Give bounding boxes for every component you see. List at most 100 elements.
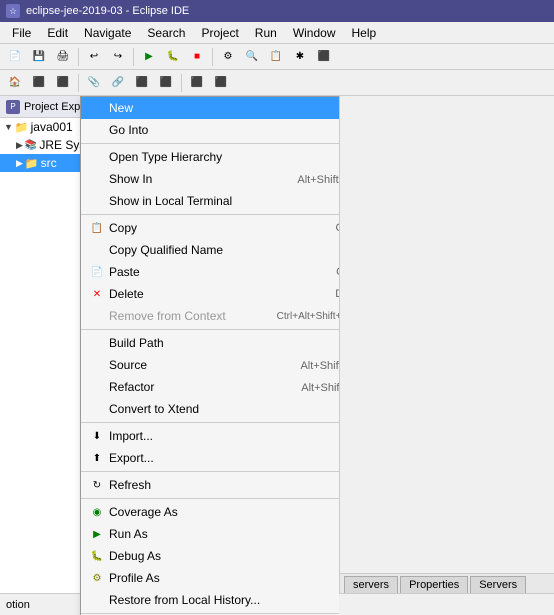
toolbar2-btn9[interactable]: ⬛ [210, 73, 232, 93]
ctx-show-in[interactable]: Show In Alt+Shift+W ▶ [81, 168, 340, 190]
delete-icon: ✕ [89, 287, 105, 301]
toolbar-btn-debug[interactable]: 🐛 [162, 47, 184, 67]
export-icon: ⬆ [89, 451, 105, 465]
src-folder-icon: 📁 [25, 157, 39, 170]
hierarchy-icon [89, 150, 105, 164]
app-icon: ☆ [6, 4, 20, 18]
ctx-import[interactable]: ⬇ Import... [81, 425, 340, 447]
toolbar2-btn8[interactable]: ⬛ [186, 73, 208, 93]
menu-bar: File Edit Navigate Search Project Run Wi… [0, 22, 554, 44]
refactor-icon [89, 380, 105, 394]
refactor-shortcut: Alt+Shift+T ▶ [301, 381, 340, 394]
profile-icon: ⚙ [89, 571, 105, 585]
ctx-restore-history[interactable]: Restore from Local History... [81, 589, 340, 611]
toolbar-sep-2 [133, 48, 134, 66]
ctx-coverage-as[interactable]: ◉ Coverage As ▶ [81, 501, 340, 523]
terminal-icon [89, 194, 105, 208]
toolbar-btn-ext3[interactable]: 📋 [265, 47, 287, 67]
toolbar2-btn5[interactable]: 🔗 [107, 73, 129, 93]
toolbar-sep-3 [212, 48, 213, 66]
toolbar-btn-undo[interactable]: ↩ [83, 47, 105, 67]
show-in-shortcut: Alt+Shift+W ▶ [297, 173, 340, 186]
source-shortcut: Alt+Shift+S ▶ [300, 359, 340, 372]
toolbar-btn-ext2[interactable]: 🔍 [241, 47, 263, 67]
lib-icon: 📚 [25, 140, 37, 151]
toolbar-btn-ext4[interactable]: ✱ [289, 47, 311, 67]
menu-help[interactable]: Help [344, 24, 385, 42]
paste-shortcut: Ctrl+V [336, 266, 340, 278]
menu-project[interactable]: Project [193, 24, 246, 42]
coverage-icon: ◉ [89, 505, 105, 519]
ctx-source[interactable]: Source Alt+Shift+S ▶ [81, 354, 340, 376]
toolbar-btn-stop[interactable]: ■ [186, 47, 208, 67]
ctx-delete[interactable]: ✕ Delete Delete [81, 283, 340, 305]
project-explorer-icon: P [6, 100, 20, 114]
ctx-sep-5 [81, 471, 340, 472]
toolbar2-btn7[interactable]: ⬛ [155, 73, 177, 93]
paste-icon: 📄 [89, 265, 105, 279]
arrow-jre: ▶ [16, 140, 23, 151]
show-in-icon [89, 172, 105, 186]
menu-search[interactable]: Search [139, 24, 193, 42]
ctx-remove-context[interactable]: Remove from Context Ctrl+Alt+Shift+Down [81, 305, 340, 327]
tree-label-src: src [41, 156, 57, 170]
buildpath-icon [89, 336, 105, 350]
context-menu: New ▶ Go Into Open Type Hierarchy F4 Sho… [80, 96, 340, 615]
menu-edit[interactable]: Edit [39, 24, 76, 42]
tab-servers2[interactable]: Servers [470, 576, 526, 593]
ctx-go-into[interactable]: Go Into [81, 119, 340, 141]
toolbar-2: 🏠 ⬛ ⬛ 📎 🔗 ⬛ ⬛ ⬛ ⬛ [0, 70, 554, 96]
tab-servers[interactable]: servers [344, 576, 398, 593]
menu-navigate[interactable]: Navigate [76, 24, 139, 42]
toolbar2-btn6[interactable]: ⬛ [131, 73, 153, 93]
ctx-sep-1 [81, 143, 340, 144]
remove-shortcut: Ctrl+Alt+Shift+Down [277, 311, 340, 322]
goto-icon [89, 123, 105, 137]
ctx-open-type-hierarchy[interactable]: Open Type Hierarchy F4 [81, 146, 340, 168]
toolbar-btn-new[interactable]: 📄 [4, 47, 26, 67]
toolbar-btn-redo[interactable]: ↪ [107, 47, 129, 67]
toolbar-btn-ext1[interactable]: ⚙ [217, 47, 239, 67]
ctx-refactor[interactable]: Refactor Alt+Shift+T ▶ [81, 376, 340, 398]
delete-shortcut: Delete [335, 288, 340, 300]
ctx-convert-xtend[interactable]: Convert to Xtend [81, 398, 340, 420]
ctx-copy-qualified[interactable]: Copy Qualified Name [81, 239, 340, 261]
toolbar2-btn4[interactable]: 📎 [83, 73, 105, 93]
arrow-expand: ▼ [4, 122, 13, 132]
ctx-build-path[interactable]: Build Path ▶ [81, 332, 340, 354]
xtend-icon [89, 402, 105, 416]
toolbar2-btn2[interactable]: ⬛ [28, 73, 50, 93]
ctx-show-local-terminal[interactable]: Show in Local Terminal ▶ [81, 190, 340, 212]
menu-file[interactable]: File [4, 24, 39, 42]
tab-properties[interactable]: Properties [400, 576, 468, 593]
title-bar: ☆ eclipse-jee-2019-03 - Eclipse IDE [0, 0, 554, 22]
copy-shortcut: Ctrl+C [336, 222, 340, 234]
project-explorer: P Project Explorer ⊠ — □ × ▼ 📁 java001 ▶… [0, 96, 340, 615]
ctx-debug-as[interactable]: 🐛 Debug As ▶ [81, 545, 340, 567]
menu-run[interactable]: Run [247, 24, 285, 42]
ctx-copy[interactable]: 📋 Copy Ctrl+C [81, 217, 340, 239]
right-panel [340, 96, 554, 615]
toolbar-btn-ext5[interactable]: ⬛ [313, 47, 335, 67]
arrow-src: ▶ [16, 158, 23, 169]
menu-window[interactable]: Window [285, 24, 344, 42]
copy-icon: 📋 [89, 221, 105, 235]
project-folder-icon: 📁 [15, 121, 29, 134]
ctx-paste[interactable]: 📄 Paste Ctrl+V [81, 261, 340, 283]
toolbar-btn-print[interactable]: 🖨 [52, 47, 74, 67]
ctx-refresh[interactable]: ↻ Refresh F5 [81, 474, 340, 496]
history-icon [89, 593, 105, 607]
ctx-run-as[interactable]: ▶ Run As ▶ [81, 523, 340, 545]
toolbar2-sep-1 [78, 74, 79, 92]
toolbar2-btn1[interactable]: 🏠 [4, 73, 26, 93]
ctx-export[interactable]: ⬆ Export... [81, 447, 340, 469]
toolbar-btn-run[interactable]: ▶ [138, 47, 160, 67]
ctx-new[interactable]: New ▶ [81, 97, 340, 119]
toolbar2-btn3[interactable]: ⬛ [52, 73, 74, 93]
debug-icon: 🐛 [89, 549, 105, 563]
ctx-profile-as[interactable]: ⚙ Profile As ▶ [81, 567, 340, 589]
ctx-sep-2 [81, 214, 340, 215]
copy-qualified-icon [89, 243, 105, 257]
ctx-sep-4 [81, 422, 340, 423]
toolbar-btn-save[interactable]: 💾 [28, 47, 50, 67]
